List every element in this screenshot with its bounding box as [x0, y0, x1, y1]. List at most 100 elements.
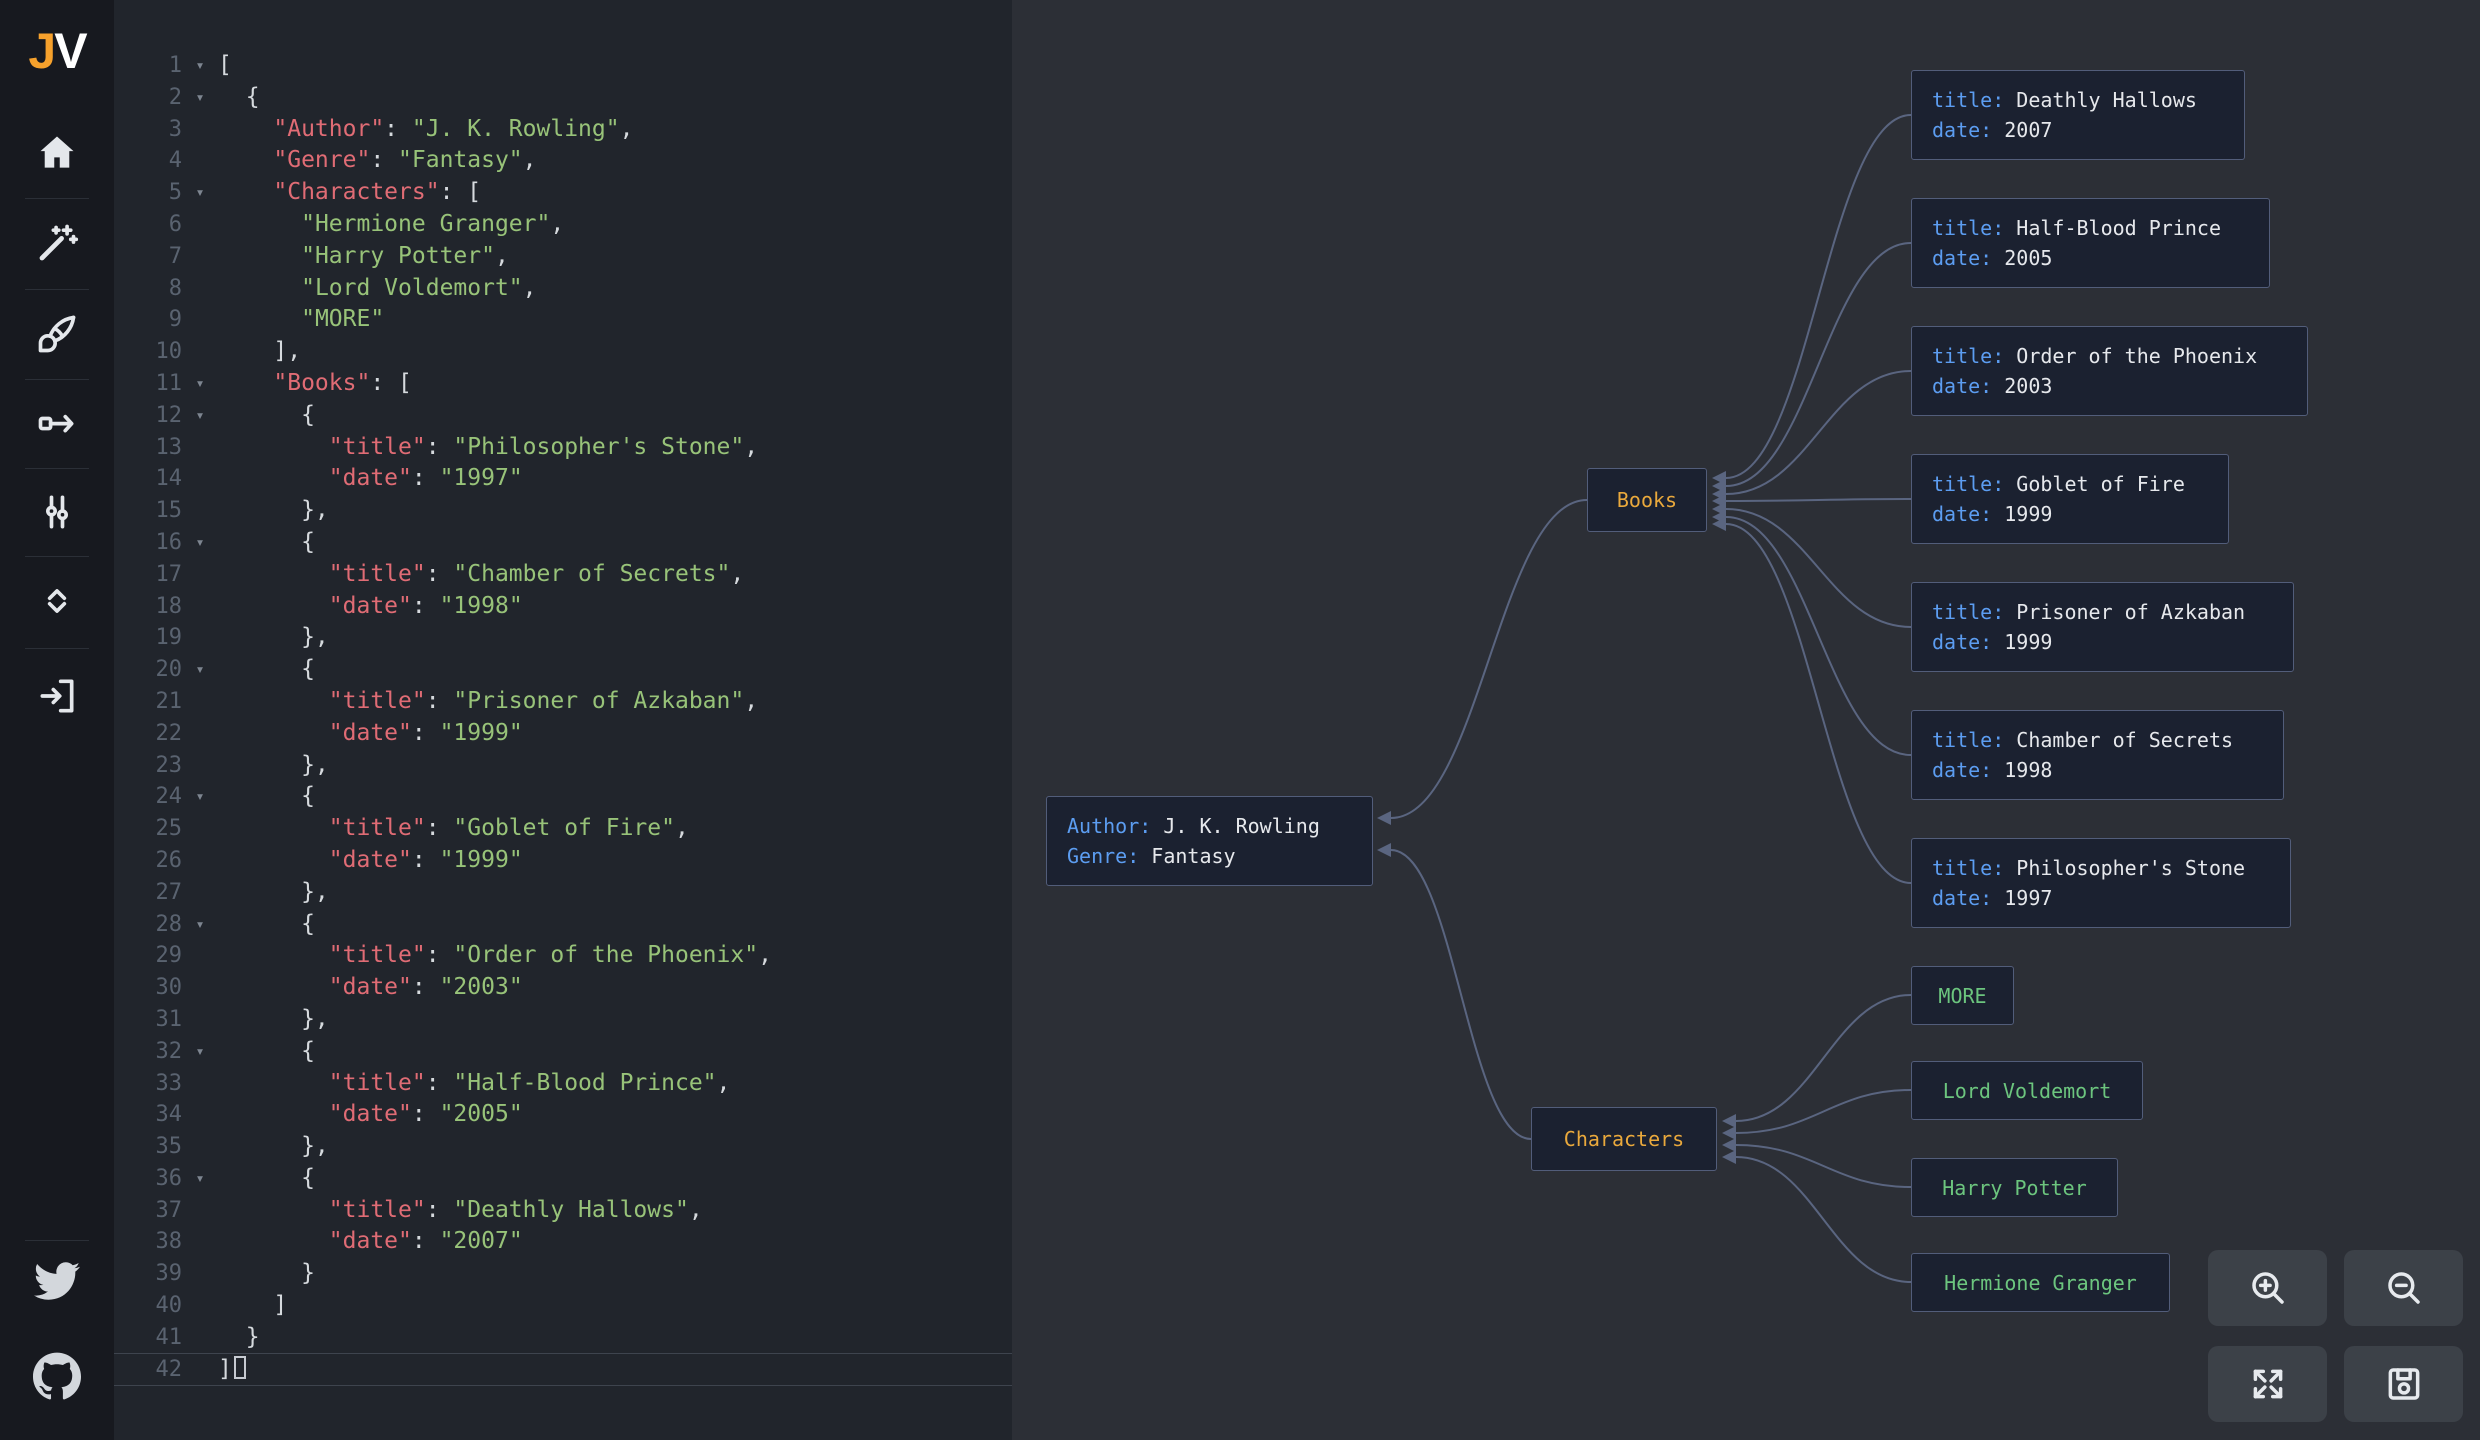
import-button[interactable] — [25, 668, 89, 724]
github-button[interactable] — [25, 1348, 89, 1404]
code-line[interactable]: 11▾ "Books": [ — [114, 368, 1012, 400]
code-line[interactable]: 19 }, — [114, 622, 1012, 654]
node-key: title: — [1932, 216, 2016, 240]
fold-caret[interactable]: ▾ — [182, 82, 218, 114]
code-line[interactable]: 21 "title": "Prisoner of Azkaban", — [114, 686, 1012, 718]
code-line[interactable]: 26 "date": "1999" — [114, 845, 1012, 877]
auto-format-button[interactable] — [25, 215, 89, 271]
twitter-button[interactable] — [25, 1253, 89, 1309]
code-line[interactable]: 37 "title": "Deathly Hallows", — [114, 1195, 1012, 1227]
code-line[interactable]: 29 "title": "Order of the Phoenix", — [114, 940, 1012, 972]
send-to-graph-button[interactable] — [25, 396, 89, 452]
graph-node-char-harry-potter[interactable]: Harry Potter — [1911, 1158, 2118, 1217]
fold-spacer — [182, 1068, 218, 1100]
code-line[interactable]: 24▾ { — [114, 781, 1012, 813]
code-line[interactable]: 4 "Genre": "Fantasy", — [114, 145, 1012, 177]
code-line[interactable]: 39 } — [114, 1258, 1012, 1290]
token: }, — [218, 1133, 329, 1159]
code-line[interactable]: 32▾ { — [114, 1036, 1012, 1068]
app-logo[interactable]: JV — [0, 22, 114, 80]
fold-spacer — [182, 686, 218, 718]
token — [218, 275, 301, 301]
code-line[interactable]: 17 "title": "Chamber of Secrets", — [114, 559, 1012, 591]
code-line[interactable]: 13 "title": "Philosopher's Stone", — [114, 432, 1012, 464]
graph-panel[interactable]: Author: J. K. RowlingGenre: Fantasy Books… — [1012, 0, 2480, 1440]
code-line[interactable]: 27 }, — [114, 877, 1012, 909]
code-line[interactable]: 8 "Lord Voldemort", — [114, 273, 1012, 305]
code-line[interactable]: 16▾ { — [114, 527, 1012, 559]
fold-caret[interactable]: ▾ — [182, 177, 218, 209]
graph-node-book-deathly-hallows[interactable]: title: Deathly Hallowsdate: 2007 — [1911, 70, 2245, 160]
code-editor[interactable]: 1▾[2▾ {3 "Author": "J. K. Rowling",4 "Ge… — [114, 50, 1012, 1385]
code-line[interactable]: 41 } — [114, 1322, 1012, 1354]
fold-caret[interactable]: ▾ — [182, 1163, 218, 1195]
graph-node-book-goblet-of-fire[interactable]: title: Goblet of Firedate: 1999 — [1911, 454, 2229, 544]
code-line[interactable]: 10 ], — [114, 336, 1012, 368]
code-line[interactable]: 1▾[ — [114, 50, 1012, 82]
code-line[interactable]: 20▾ { — [114, 654, 1012, 686]
code-text: ] — [218, 1290, 1012, 1322]
graph-node-books[interactable]: Books — [1587, 468, 1707, 532]
graph-node-char-lord-voldemort[interactable]: Lord Voldemort — [1911, 1061, 2143, 1120]
graph-node-book-half-blood-prince[interactable]: title: Half-Blood Princedate: 2005 — [1911, 198, 2270, 288]
zoom-out-button[interactable] — [2344, 1250, 2463, 1326]
graph-node-book-prisoner-of-azkaban[interactable]: title: Prisoner of Azkabandate: 1999 — [1911, 582, 2294, 672]
code-line[interactable]: 18 "date": "1998" — [114, 591, 1012, 623]
fold-caret[interactable]: ▾ — [182, 909, 218, 941]
fold-caret[interactable]: ▾ — [182, 368, 218, 400]
fold-caret[interactable]: ▾ — [182, 400, 218, 432]
code-line[interactable]: 38 "date": "2007" — [114, 1226, 1012, 1258]
token — [218, 1101, 329, 1127]
line-number: 17 — [114, 559, 182, 591]
code-line[interactable]: 35 }, — [114, 1131, 1012, 1163]
graph-node-book-philosophers-stone[interactable]: title: Philosopher's Stonedate: 1997 — [1911, 838, 2291, 928]
graph-node-char-more[interactable]: MORE — [1911, 966, 2014, 1025]
code-line[interactable]: 9 "MORE" — [114, 304, 1012, 336]
zoom-in-button[interactable] — [2208, 1250, 2327, 1326]
code-line[interactable]: 14 "date": "1997" — [114, 463, 1012, 495]
fold-caret[interactable]: ▾ — [182, 1036, 218, 1068]
json-editor-panel[interactable]: 1▾[2▾ {3 "Author": "J. K. Rowling",4 "Ge… — [114, 0, 1012, 1440]
code-line[interactable]: 6 "Hermione Granger", — [114, 209, 1012, 241]
code-line[interactable]: 2▾ { — [114, 82, 1012, 114]
node-row: date: 2003 — [1932, 371, 2287, 401]
code-text: ], — [218, 336, 1012, 368]
code-line[interactable]: 22 "date": "1999" — [114, 718, 1012, 750]
graph-node-book-order-of-the-phoenix[interactable]: title: Order of the Phoenixdate: 2003 — [1911, 326, 2308, 416]
graph-node-char-hermione-granger[interactable]: Hermione Granger — [1911, 1253, 2170, 1312]
fold-caret[interactable]: ▾ — [182, 50, 218, 82]
token: "title" — [329, 815, 426, 841]
code-line[interactable]: 23 }, — [114, 750, 1012, 782]
edge — [1391, 500, 1587, 818]
code-line[interactable]: 40 ] — [114, 1290, 1012, 1322]
graph-node-root[interactable]: Author: J. K. RowlingGenre: Fantasy — [1046, 796, 1373, 886]
adjustments-button[interactable] — [25, 484, 89, 540]
expand-collapse-button[interactable] — [25, 573, 89, 629]
fold-caret[interactable]: ▾ — [182, 654, 218, 686]
code-line[interactable]: 31 }, — [114, 1004, 1012, 1036]
code-line[interactable]: 12▾ { — [114, 400, 1012, 432]
code-line[interactable]: 15 }, — [114, 495, 1012, 527]
code-line[interactable]: 25 "title": "Goblet of Fire", — [114, 813, 1012, 845]
clear-brush-button[interactable] — [25, 306, 89, 362]
code-line[interactable]: 7 "Harry Potter", — [114, 241, 1012, 273]
fold-caret[interactable]: ▾ — [182, 527, 218, 559]
line-number: 27 — [114, 877, 182, 909]
line-number: 8 — [114, 273, 182, 305]
fullscreen-button[interactable] — [2208, 1346, 2327, 1422]
graph-node-characters[interactable]: Characters — [1531, 1107, 1717, 1171]
code-line[interactable]: 30 "date": "2003" — [114, 972, 1012, 1004]
code-line[interactable]: 28▾ { — [114, 909, 1012, 941]
code-line[interactable]: 42] — [114, 1354, 1012, 1386]
line-number: 32 — [114, 1036, 182, 1068]
graph-node-book-chamber-of-secrets[interactable]: title: Chamber of Secretsdate: 1998 — [1911, 710, 2284, 800]
fold-caret[interactable]: ▾ — [182, 781, 218, 813]
code-line[interactable]: 5▾ "Characters": [ — [114, 177, 1012, 209]
code-line[interactable]: 36▾ { — [114, 1163, 1012, 1195]
home-button[interactable] — [25, 125, 89, 181]
save-button[interactable] — [2344, 1346, 2463, 1422]
code-line[interactable]: 3 "Author": "J. K. Rowling", — [114, 114, 1012, 146]
code-line[interactable]: 34 "date": "2005" — [114, 1099, 1012, 1131]
token: "Half-Blood Prince" — [453, 1070, 716, 1096]
code-line[interactable]: 33 "title": "Half-Blood Prince", — [114, 1068, 1012, 1100]
